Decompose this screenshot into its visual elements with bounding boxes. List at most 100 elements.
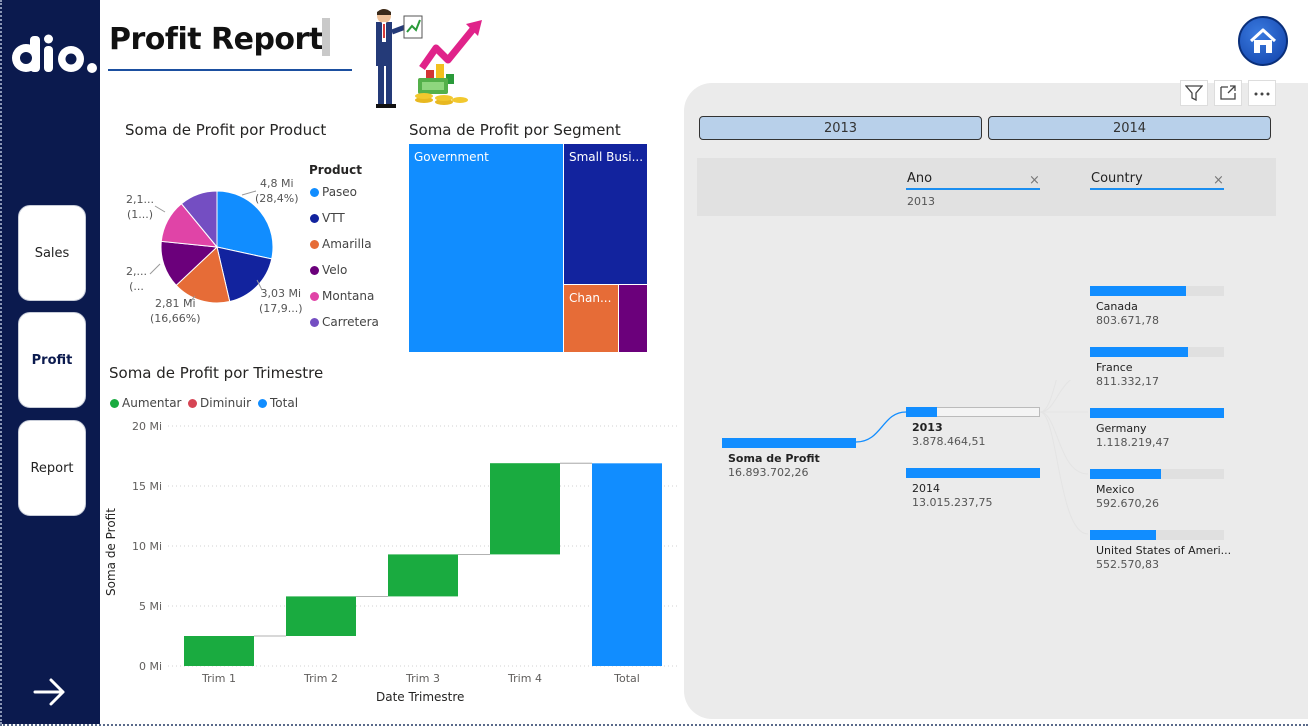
decomp-year-2013-bar[interactable] (906, 407, 937, 417)
decomp-year-2013-value: 3.878.464,51 (912, 435, 986, 448)
legend-dot (310, 187, 319, 197)
treemap-cell-government[interactable]: Government (409, 144, 563, 352)
next-arrow-icon[interactable] (32, 676, 68, 708)
treemap-chart[interactable]: Government Small Busi... Chan... (409, 144, 647, 352)
level-underline-ano (906, 188, 1040, 190)
legend-label: Velo (322, 263, 348, 277)
waterfall-bar-trim-3[interactable] (388, 554, 458, 597)
waterfall-y-axis-title: Soma de Profit (104, 508, 118, 596)
page-title: Profit Report (109, 22, 323, 57)
dio-logo (12, 34, 97, 73)
home-button[interactable] (1238, 16, 1288, 66)
level-underline-country (1090, 188, 1224, 190)
decomp-country-4-bar[interactable] (1090, 530, 1156, 540)
legend-aumentar: Aumentar (110, 396, 181, 410)
legend-label: VTT (322, 211, 345, 225)
decomp-country-4-name: United States of Ameri... (1096, 544, 1232, 557)
decomp-country-4-value: 552.570,83 (1096, 558, 1159, 571)
pie-legend-item-carretera[interactable]: Carretera (310, 315, 379, 329)
waterfall-y-tick: 15 Mi (132, 480, 162, 493)
decomp-year-2014-bar[interactable] (906, 468, 1040, 478)
focus-mode-button[interactable] (1214, 80, 1242, 106)
waterfall-y-tick: 20 Mi (132, 420, 162, 433)
pie-label-montana: 2,1... (1...) (126, 193, 154, 221)
decomp-country-1-name: France (1096, 361, 1133, 374)
decomp-country-3-name: Mexico (1096, 483, 1135, 496)
pie-legend-title: Product (309, 163, 362, 177)
remove-level-ano-icon[interactable]: × (1029, 173, 1040, 188)
level-filter-ano: 2013 (907, 195, 935, 208)
decomp-country-1-value: 811.332,17 (1096, 375, 1159, 388)
legend-label: Montana (322, 289, 375, 303)
decomp-year-2014-name: 2014 (912, 482, 940, 495)
title-accent-bar (322, 18, 330, 56)
pie-legend-item-montana[interactable]: Montana (310, 289, 374, 303)
level-label-country: Country (1091, 171, 1143, 186)
pie-label-vtt: 3,03 Mi (17,9...) (259, 287, 303, 315)
waterfall-title: Soma de Profit por Trimestre (109, 364, 324, 382)
waterfall-x-tick: Trim 1 (201, 672, 236, 685)
decomp-country-2-bar[interactable] (1090, 408, 1224, 418)
more-options-icon (1254, 92, 1270, 96)
decomp-country-0-name: Canada (1096, 300, 1138, 313)
level-label-ano: Ano (907, 171, 933, 186)
decomp-year-2014-value: 13.015.237,75 (912, 496, 993, 509)
nav-sales-button[interactable]: Sales (18, 205, 86, 301)
legend-dot (310, 213, 319, 223)
slicer-year-2014[interactable]: 2014 (988, 116, 1271, 140)
pie-legend-item-paseo[interactable]: Paseo (310, 185, 357, 199)
decomp-root-name: Soma de Profit (728, 452, 820, 465)
waterfall-x-axis-title: Date Trimestre (376, 690, 465, 704)
decomp-year-2013-name: 2013 (912, 421, 943, 434)
treemap-cell-channel[interactable]: Chan... (564, 285, 618, 352)
more-options-button[interactable] (1248, 80, 1276, 106)
legend-label: Carretera (322, 315, 379, 329)
legend-diminuir: Diminuir (188, 396, 251, 410)
waterfall-chart[interactable]: 0 Mi 5 Mi 10 Mi 15 Mi 20 Mi Trim 1 Trim 2 Trim … (100, 410, 680, 710)
waterfall-y-tick: 10 Mi (132, 540, 162, 553)
waterfall-bar-trim-2[interactable] (286, 596, 356, 636)
pie-legend-item-vtt[interactable]: VTT (310, 211, 345, 225)
pie-legend-item-amarilla[interactable]: Amarilla (310, 237, 372, 251)
decomp-country-0-bar[interactable] (1090, 286, 1186, 296)
report-page: Sales Profit Report Profit Report Soma d… (0, 0, 1308, 726)
nav-profit-button[interactable]: Profit (18, 312, 86, 408)
decomp-country-0-value: 803.671,78 (1096, 314, 1159, 327)
waterfall-bar-total[interactable] (592, 463, 662, 666)
waterfall-y-tick: 5 Mi (139, 600, 162, 613)
decomp-country-3-value: 592.670,26 (1096, 497, 1159, 510)
treemap-title: Soma de Profit por Segment (409, 121, 621, 139)
decomp-country-2-name: Germany (1096, 422, 1147, 435)
pie-label-amarilla: 2,81 Mi (16,66%) (150, 297, 201, 325)
decomp-root-bar[interactable] (722, 438, 856, 448)
expand-icon (1220, 85, 1236, 100)
slicer-year-2013[interactable]: 2013 (699, 116, 982, 140)
sidebar: Sales Profit Report (0, 0, 100, 724)
legend-total: Total (258, 396, 298, 410)
remove-level-country-icon[interactable]: × (1213, 173, 1224, 188)
treemap-cell-other[interactable] (619, 285, 647, 352)
legend-label: Paseo (322, 185, 358, 199)
waterfall-y-tick: 0 Mi (139, 660, 162, 673)
waterfall-x-tick: Trim 4 (507, 672, 542, 685)
businessman-chart-illustration (376, 9, 482, 108)
nav-report-button[interactable]: Report (18, 420, 86, 516)
decomp-root-value: 16.893.702,26 (728, 466, 809, 479)
waterfall-bar-trim-4[interactable] (490, 463, 560, 555)
pie-label-velo: 2,... (... (126, 265, 147, 293)
waterfall-x-tick: Trim 2 (303, 672, 338, 685)
decomp-country-1-bar[interactable] (1090, 347, 1188, 357)
treemap-cell-small-business[interactable]: Small Busi... (564, 144, 647, 284)
legend-dot (310, 239, 319, 249)
waterfall-x-tick: Trim 3 (405, 672, 440, 685)
legend-label: Amarilla (322, 237, 372, 251)
decomp-country-2-value: 1.118.219,47 (1096, 436, 1170, 449)
legend-dot (310, 291, 319, 301)
pie-legend-item-velo[interactable]: Velo (310, 263, 347, 277)
legend-dot-blue (258, 398, 267, 408)
filter-icon (1185, 85, 1203, 101)
pie-label-paseo: 4,8 Mi (28,4%) (255, 177, 299, 205)
filter-button[interactable] (1180, 80, 1208, 106)
decomp-country-3-bar[interactable] (1090, 469, 1161, 479)
waterfall-bar-trim-1[interactable] (184, 636, 254, 666)
